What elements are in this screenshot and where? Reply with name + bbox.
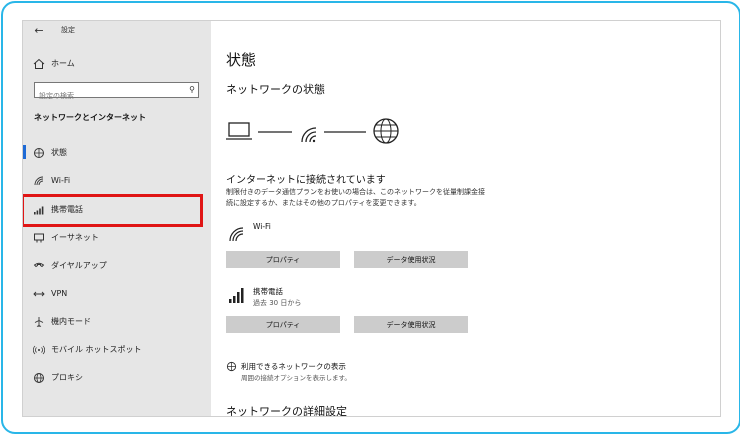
network-diagram bbox=[226, 118, 399, 144]
sidebar-item-home[interactable]: ホーム bbox=[23, 53, 211, 75]
sidebar-item-label: プロキシ bbox=[51, 373, 83, 382]
search-icon[interactable]: ⚲ bbox=[189, 84, 195, 96]
wifi-icon bbox=[33, 175, 45, 187]
sidebar-item-label: 状態 bbox=[51, 148, 67, 157]
back-arrow-icon[interactable]: ← bbox=[31, 24, 47, 38]
sidebar-item-label: モバイル ホットスポット bbox=[51, 345, 142, 354]
sidebar-item-label: Wi-Fi bbox=[51, 176, 71, 185]
sidebar-item-label: 機内モード bbox=[51, 317, 91, 326]
main-content: 状態 ネットワークの状態 インターネットに接続されています 制限付きのデータ通信… bbox=[211, 21, 720, 416]
sidebar-item-label: ホーム bbox=[51, 59, 75, 68]
airplane-icon bbox=[33, 316, 45, 328]
ethernet-icon bbox=[33, 232, 45, 244]
connection-description: 制限付きのデータ通信プランをお使いの場合は、このネットワークを従量制課金接続に設… bbox=[226, 188, 485, 207]
section-title: ネットワークとインターネット bbox=[34, 113, 146, 122]
cellular-data-usage-button[interactable]: データ使用状況 bbox=[354, 316, 468, 333]
hotspot-icon bbox=[32, 344, 46, 356]
sidebar-item-ethernet[interactable]: イーサネット bbox=[23, 227, 211, 249]
adapter-name: 携帯電話 bbox=[253, 287, 283, 296]
sidebar-item-wifi[interactable]: Wi-Fi bbox=[23, 170, 211, 192]
settings-window: ← 設定 ホーム ⚲ ネットワークとインターネット 状態 bbox=[22, 20, 721, 417]
search-field[interactable]: ⚲ bbox=[34, 82, 199, 102]
title-bar: ← 設定 bbox=[23, 21, 211, 41]
network-list-icon bbox=[226, 361, 237, 375]
sidebar-item-proxy[interactable]: プロキシ bbox=[23, 367, 211, 389]
window-title: 設定 bbox=[61, 26, 75, 34]
advanced-settings-heading: ネットワークの詳細設定 bbox=[226, 405, 347, 417]
wifi-icon bbox=[229, 227, 244, 242]
sidebar-item-airplane[interactable]: 機内モード bbox=[23, 311, 211, 333]
connection-status-title: インターネットに接続されています bbox=[226, 175, 386, 186]
sidebar-item-label: イーサネット bbox=[51, 233, 99, 242]
page-title: 状態 bbox=[226, 51, 257, 69]
sidebar-item-vpn[interactable]: VPN bbox=[23, 283, 211, 305]
search-input[interactable] bbox=[35, 90, 179, 102]
sidebar-item-label: VPN bbox=[51, 289, 68, 298]
adapter-subtitle: 過去 30 日から bbox=[253, 299, 302, 307]
wifi-properties-button[interactable]: プロパティ bbox=[226, 251, 340, 268]
tutorial-frame: ← 設定 ホーム ⚲ ネットワークとインターネット 状態 bbox=[1, 1, 740, 434]
wifi-icon bbox=[301, 127, 317, 143]
dialup-icon bbox=[33, 260, 45, 272]
sidebar-item-status[interactable]: 状態 bbox=[23, 142, 211, 164]
globe-icon bbox=[373, 118, 399, 144]
cellular-properties-button[interactable]: プロパティ bbox=[226, 316, 340, 333]
available-networks-link[interactable]: 利用できるネットワークの表示 bbox=[241, 361, 346, 372]
highlight-box bbox=[23, 194, 203, 227]
available-networks-subtitle: 周囲の接続オプションを表示します。 bbox=[241, 374, 351, 382]
sidebar-item-hotspot[interactable]: モバイル ホットスポット bbox=[23, 339, 211, 361]
network-status-heading: ネットワークの状態 bbox=[226, 83, 325, 96]
sidebar-item-label: ダイヤルアップ bbox=[51, 261, 107, 270]
laptop-icon bbox=[226, 122, 252, 140]
proxy-icon bbox=[33, 372, 45, 384]
cellular-icon bbox=[229, 288, 244, 303]
status-icon bbox=[33, 147, 45, 159]
wifi-data-usage-button[interactable]: データ使用状況 bbox=[354, 251, 468, 268]
vpn-icon bbox=[33, 288, 45, 300]
home-icon bbox=[33, 58, 45, 70]
sidebar: ← 設定 ホーム ⚲ ネットワークとインターネット 状態 bbox=[23, 21, 211, 416]
adapter-name: Wi-Fi bbox=[253, 222, 271, 231]
sidebar-item-dialup[interactable]: ダイヤルアップ bbox=[23, 255, 211, 277]
